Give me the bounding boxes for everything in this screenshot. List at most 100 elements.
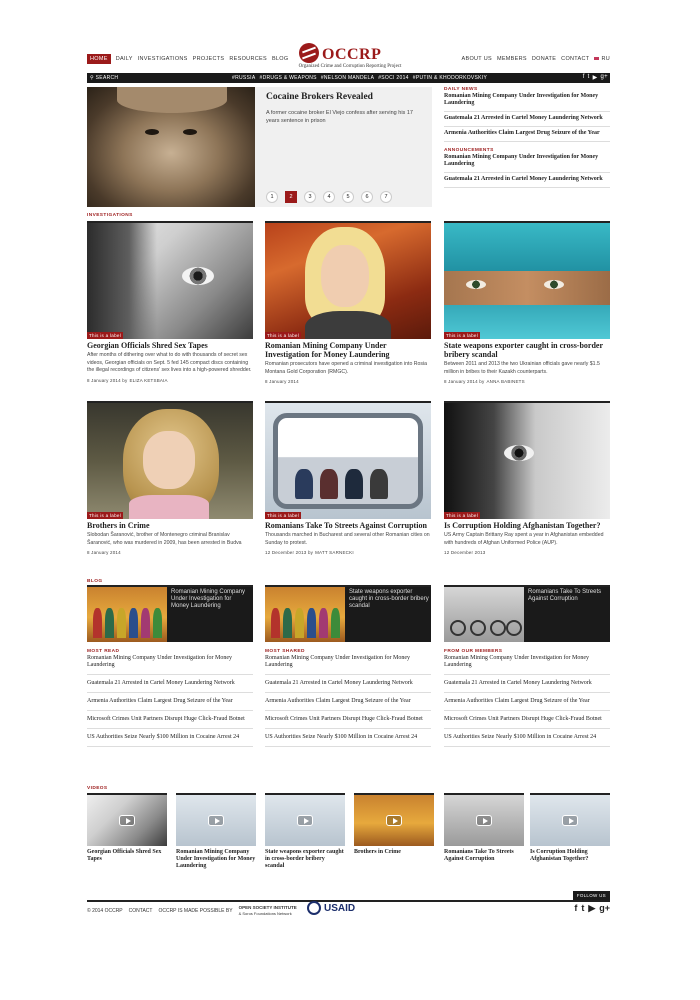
list-item[interactable]: US Authorities Seize Nearly $100 Million… [87,733,253,747]
image-detail [295,469,313,499]
image-detail [319,608,328,638]
image-detail [490,620,506,636]
nav-projects[interactable]: Projects [193,56,225,64]
twitter-icon[interactable]: t [581,903,584,914]
article-card: This is a label Brothers in Crime Slobod… [87,401,253,555]
list-item[interactable]: US Authorities Seize Nearly $100 Million… [444,733,610,747]
nav-home[interactable]: Home [87,54,111,64]
image-detail [143,431,195,489]
youtube-icon[interactable]: ▶ [593,74,598,81]
article-card: This is a label State weapons exporter c… [444,221,610,384]
nav-daily[interactable]: Daily [116,56,133,64]
pager-dot[interactable]: 6 [361,191,373,203]
article-title[interactable]: Is Corruption Holding Afghanistan Togeth… [444,521,610,530]
daily-news-item[interactable]: Guatemala 21 Arrested in Cartel Money La… [444,114,610,127]
list-item[interactable]: US Authorities Seize Nearly $100 Million… [265,733,431,747]
video-item[interactable]: State weapons exporter caught in cross-b… [265,793,345,870]
image-detail [370,469,388,499]
hero-title[interactable]: Cocaine Brokers Revealed [266,92,373,102]
list-item[interactable]: Guatemala 21 Arrested in Cartel Money La… [87,679,253,693]
article-author[interactable]: Eliza Ketsbaia [129,378,167,383]
language-switch[interactable]: RU [594,56,610,62]
list-item[interactable]: Armenia Authorities Claim Largest Drug S… [87,697,253,711]
article-title[interactable]: Romanian Mining Company Under Investigat… [265,341,431,359]
hero-image[interactable] [87,87,255,207]
youtube-icon[interactable]: ▶ [588,903,595,914]
video-item[interactable]: Is Corruption Holding Afghanistan Togeth… [530,793,610,863]
pager-dot[interactable]: 4 [323,191,335,203]
video-title: State weapons exporter caught in cross-b… [265,849,344,869]
article-image[interactable]: This is a label [444,221,610,339]
article-image[interactable]: This is a label [87,221,253,339]
logo-name: OCCRP [322,46,382,63]
list-item[interactable]: Romanian Mining Company Under Investigat… [265,654,431,675]
hero-image-scarf [117,87,227,113]
tag-link[interactable]: #PUTIN & KHODORKOVSKIY [413,75,487,81]
nav-contact[interactable]: Contact [561,56,589,62]
article-image[interactable]: This is a label [265,401,431,519]
google-plus-icon[interactable]: g+ [601,74,608,81]
osi-logo[interactable]: OPEN SOCIETY INSTITUTE & Soros Foundation… [239,905,297,917]
tag-link[interactable]: #RUSSIA [232,75,256,81]
daily-news-item[interactable]: Armenia Authorities Claim Largest Drug S… [444,129,610,142]
blog-item[interactable]: Romanian Mining Company Under Investigat… [87,585,253,642]
article-title[interactable]: Romanians Take To Streets Against Corrup… [265,521,431,530]
list-item[interactable]: Microsoft Crimes Unit Partners Disrupt H… [87,715,253,729]
topic-tags: #RUSSIA #DRUGS & WEAPONS #NELSON MANDELA… [232,75,487,81]
google-plus-icon[interactable]: g+ [599,903,610,914]
blog-item[interactable]: Romanians Take To Streets Against Corrup… [444,585,610,642]
usaid-logo[interactable]: USAID [307,901,355,915]
play-icon [562,815,578,826]
tag-link[interactable]: #NELSON MANDELA [321,75,374,81]
pager-dot[interactable]: 3 [304,191,316,203]
article-author[interactable]: Anna Babinets [486,379,524,384]
blog-item[interactable]: State weapons exporter caught in cross-b… [265,585,431,642]
list-item[interactable]: Microsoft Crimes Unit Partners Disrupt H… [265,715,431,729]
image-detail [504,445,534,461]
list-item[interactable]: Guatemala 21 Arrested in Cartel Money La… [444,679,610,693]
announcement-item[interactable]: Guatemala 21 Arrested in Cartel Money La… [444,175,610,188]
nav-members[interactable]: Members [497,56,527,62]
nav-investigations[interactable]: Investigations [138,56,188,64]
tag-link[interactable]: #DRUGS & WEAPONS [260,75,317,81]
list-item[interactable]: Microsoft Crimes Unit Partners Disrupt H… [444,715,610,729]
announcement-item[interactable]: Romanian Mining Company Under Investigat… [444,153,610,173]
tag-link[interactable]: #SOCI 2014 [378,75,409,81]
osi-subtitle: & Soros Foundations Network [238,911,292,916]
list-item[interactable]: Armenia Authorities Claim Largest Drug S… [444,697,610,711]
article-title[interactable]: State weapons exporter caught in cross-b… [444,341,610,359]
hero-image-eye [145,129,159,135]
list-item[interactable]: Romanian Mining Company Under Investigat… [444,654,610,675]
pager-dot[interactable]: 1 [266,191,278,203]
hero-text: A former cocaine broker El Viejo confess… [266,110,413,124]
article-card: This is a label Georgian Officials Shred… [87,221,253,383]
footer-contact-link[interactable]: Contact [129,908,153,914]
article-meta: 12 December 2013 [444,550,610,555]
daily-news-item[interactable]: Romanian Mining Company Under Investigat… [444,92,610,112]
article-title[interactable]: Georgian Officials Shred Sex Tapes [87,341,253,350]
article-image[interactable]: This is a label [87,401,253,519]
video-item[interactable]: Georgian Officials Shred Sex Tapes [87,793,167,863]
image-detail [271,608,280,638]
article-image[interactable]: This is a label [265,221,431,339]
facebook-icon[interactable]: f [583,74,585,81]
search-button[interactable]: ⚲ Search [90,75,118,81]
article-image[interactable]: This is a label [444,401,610,519]
list-item[interactable]: Armenia Authorities Claim Largest Drug S… [265,697,431,711]
article-author[interactable]: Matt Sarnecki [315,550,354,555]
nav-about[interactable]: About us [462,56,492,62]
nav-resources[interactable]: Resources [229,56,267,64]
facebook-icon[interactable]: f [574,903,577,914]
video-item[interactable]: Romanian Mining Company Under Investigat… [176,793,256,870]
twitter-icon[interactable]: t [588,74,590,81]
list-item[interactable]: Romanian Mining Company Under Investigat… [87,654,253,675]
occrp-logo[interactable]: OCCRP Organized Crime and Corruption Rep… [285,42,415,72]
list-item[interactable]: Guatemala 21 Arrested in Cartel Money La… [265,679,431,693]
pager-dot[interactable]: 5 [342,191,354,203]
video-item[interactable]: Romanians Take To Streets Against Corrup… [444,793,524,863]
article-title[interactable]: Brothers in Crime [87,521,253,530]
video-item[interactable]: Brothers in Crime [354,793,434,856]
pager-dot[interactable]: 7 [380,191,392,203]
nav-donate[interactable]: Donate [532,56,556,62]
pager-dot-active[interactable]: 2 [285,191,297,203]
